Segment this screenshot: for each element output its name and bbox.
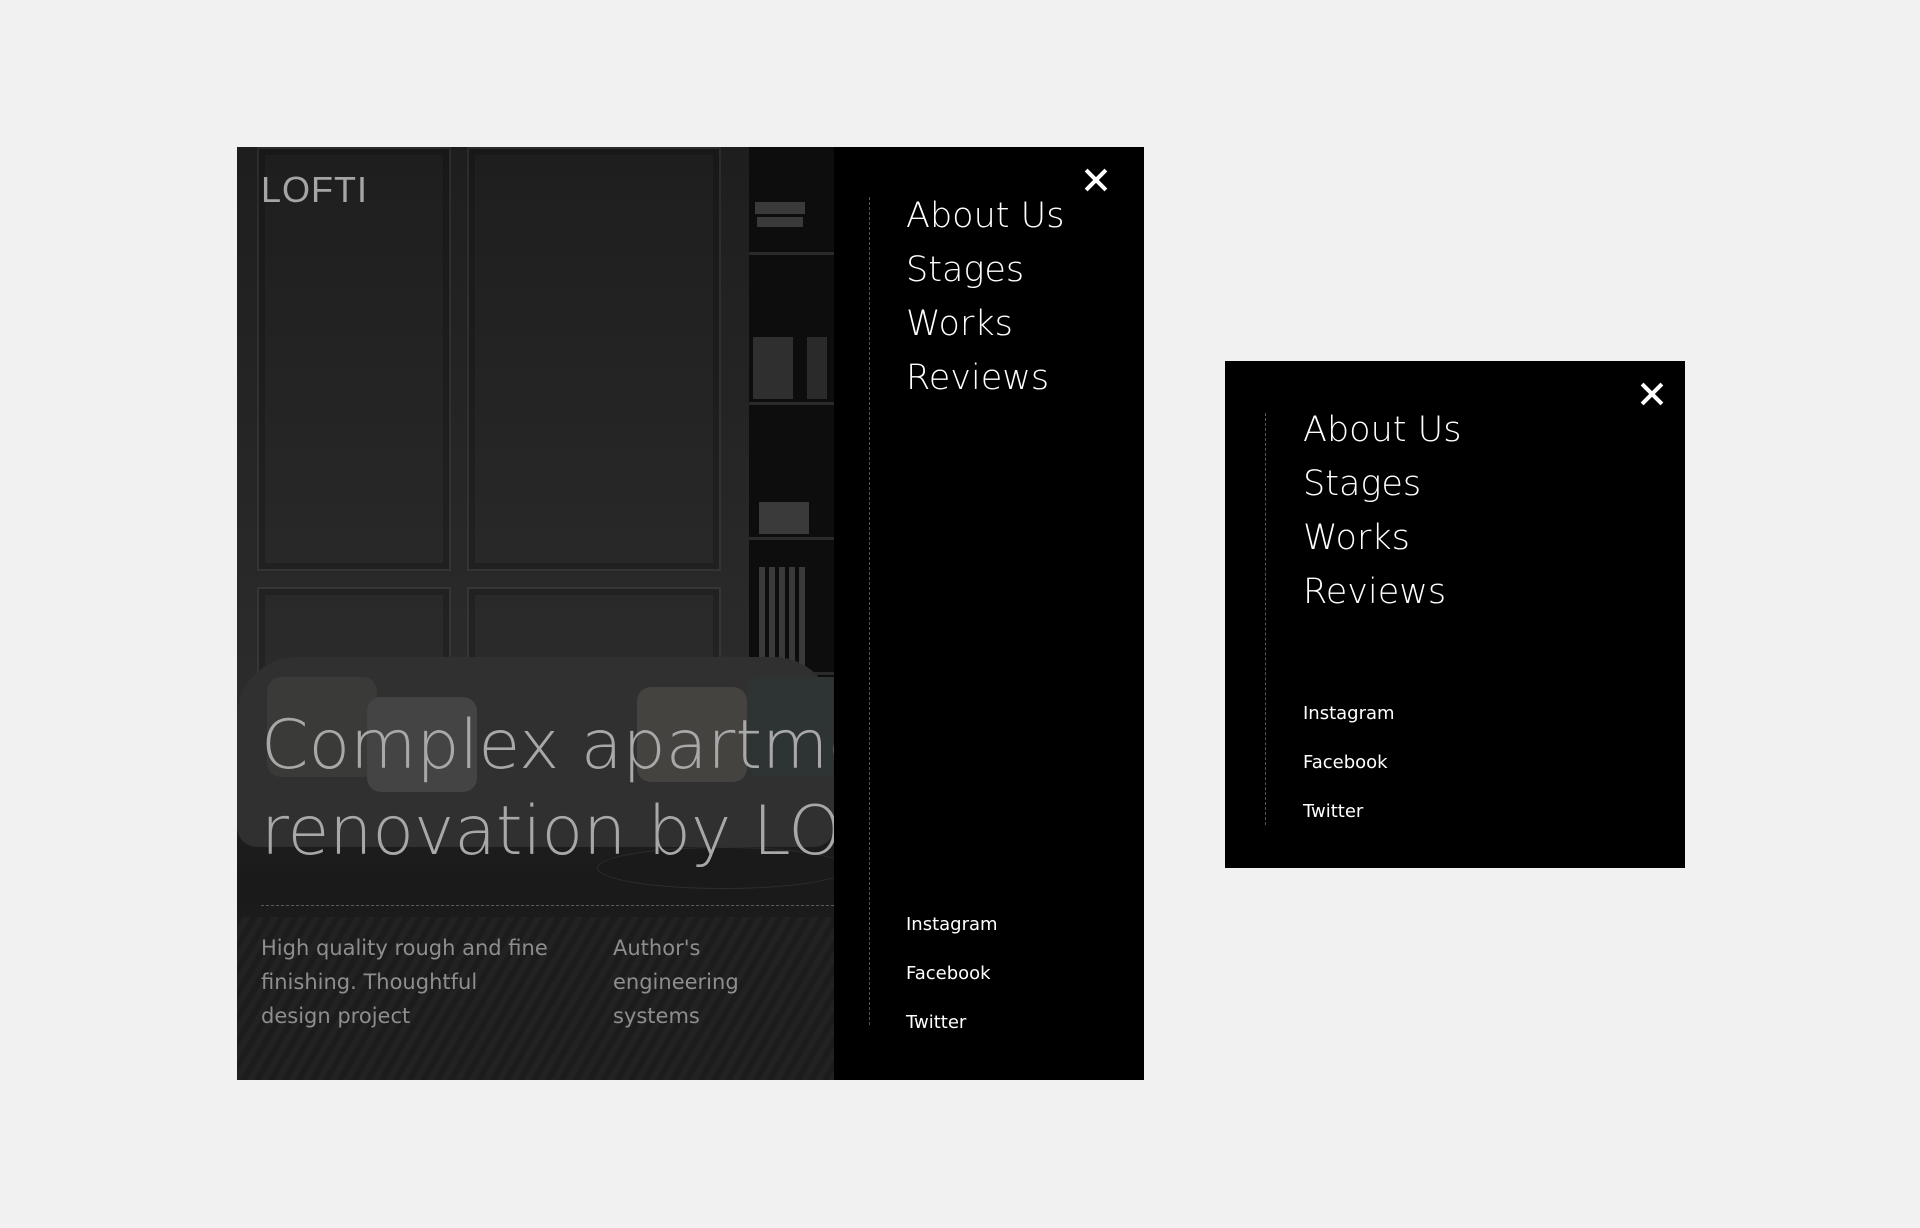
picture-frame: [807, 337, 827, 399]
menu-panel-large: About Us Stages Works Reviews Instagram …: [834, 147, 1144, 1080]
menu-divider: [869, 197, 870, 1025]
nav-item-reviews[interactable]: Reviews: [906, 351, 1064, 405]
social-link-instagram[interactable]: Instagram: [906, 900, 998, 949]
menu-panel-small: About Us Stages Works Reviews Instagram …: [1225, 361, 1685, 868]
hero-title-line-1: Complex apartment: [261, 706, 834, 785]
nav-list: About Us Stages Works Reviews: [1303, 403, 1461, 619]
hero-title-line-2: renovation by LOFTI: [261, 792, 834, 871]
menu-divider: [1265, 413, 1266, 825]
close-icon[interactable]: [1081, 165, 1111, 195]
hero-title: Complex apartment renovation by LOFTI: [261, 703, 834, 875]
social-link-facebook[interactable]: Facebook: [1303, 738, 1395, 787]
hero-divider: [261, 905, 834, 906]
book: [779, 567, 785, 667]
social-link-twitter[interactable]: Twitter: [906, 998, 998, 1047]
picture-frame: [753, 337, 793, 399]
social-links: Instagram Facebook Twitter: [906, 900, 998, 1047]
book: [769, 567, 775, 667]
social-link-twitter[interactable]: Twitter: [1303, 787, 1395, 836]
hero-section: LOFTI Complex apartment renovation by LO…: [237, 147, 834, 1080]
shelf-line: [749, 252, 834, 255]
book: [759, 567, 765, 667]
shelf-line: [749, 402, 834, 405]
nav-item-works[interactable]: Works: [906, 297, 1064, 351]
social-link-instagram[interactable]: Instagram: [1303, 689, 1395, 738]
shelf-line: [749, 537, 834, 540]
book: [759, 502, 809, 534]
nav-item-stages[interactable]: Stages: [906, 243, 1064, 297]
book: [799, 567, 805, 667]
book: [789, 567, 795, 667]
book: [755, 202, 805, 214]
nav-list: About Us Stages Works Reviews: [906, 189, 1064, 405]
close-icon[interactable]: [1637, 379, 1667, 409]
nav-item-works[interactable]: Works: [1303, 511, 1461, 565]
wall-panel: [467, 147, 721, 571]
site-logo[interactable]: LOFTI: [261, 169, 368, 211]
desktop-menu-mockup: LOFTI Complex apartment renovation by LO…: [237, 147, 1144, 1080]
social-links: Instagram Facebook Twitter: [1303, 689, 1395, 836]
nav-item-about-us[interactable]: About Us: [906, 189, 1064, 243]
book: [757, 217, 803, 227]
hero-feature-finishing: High quality rough and fine finishing. T…: [261, 936, 548, 1028]
hero-feature-engineering: Author's engineering systems: [613, 936, 739, 1028]
nav-item-stages[interactable]: Stages: [1303, 457, 1461, 511]
social-link-facebook[interactable]: Facebook: [906, 949, 998, 998]
nav-item-about-us[interactable]: About Us: [1303, 403, 1461, 457]
nav-item-reviews[interactable]: Reviews: [1303, 565, 1461, 619]
